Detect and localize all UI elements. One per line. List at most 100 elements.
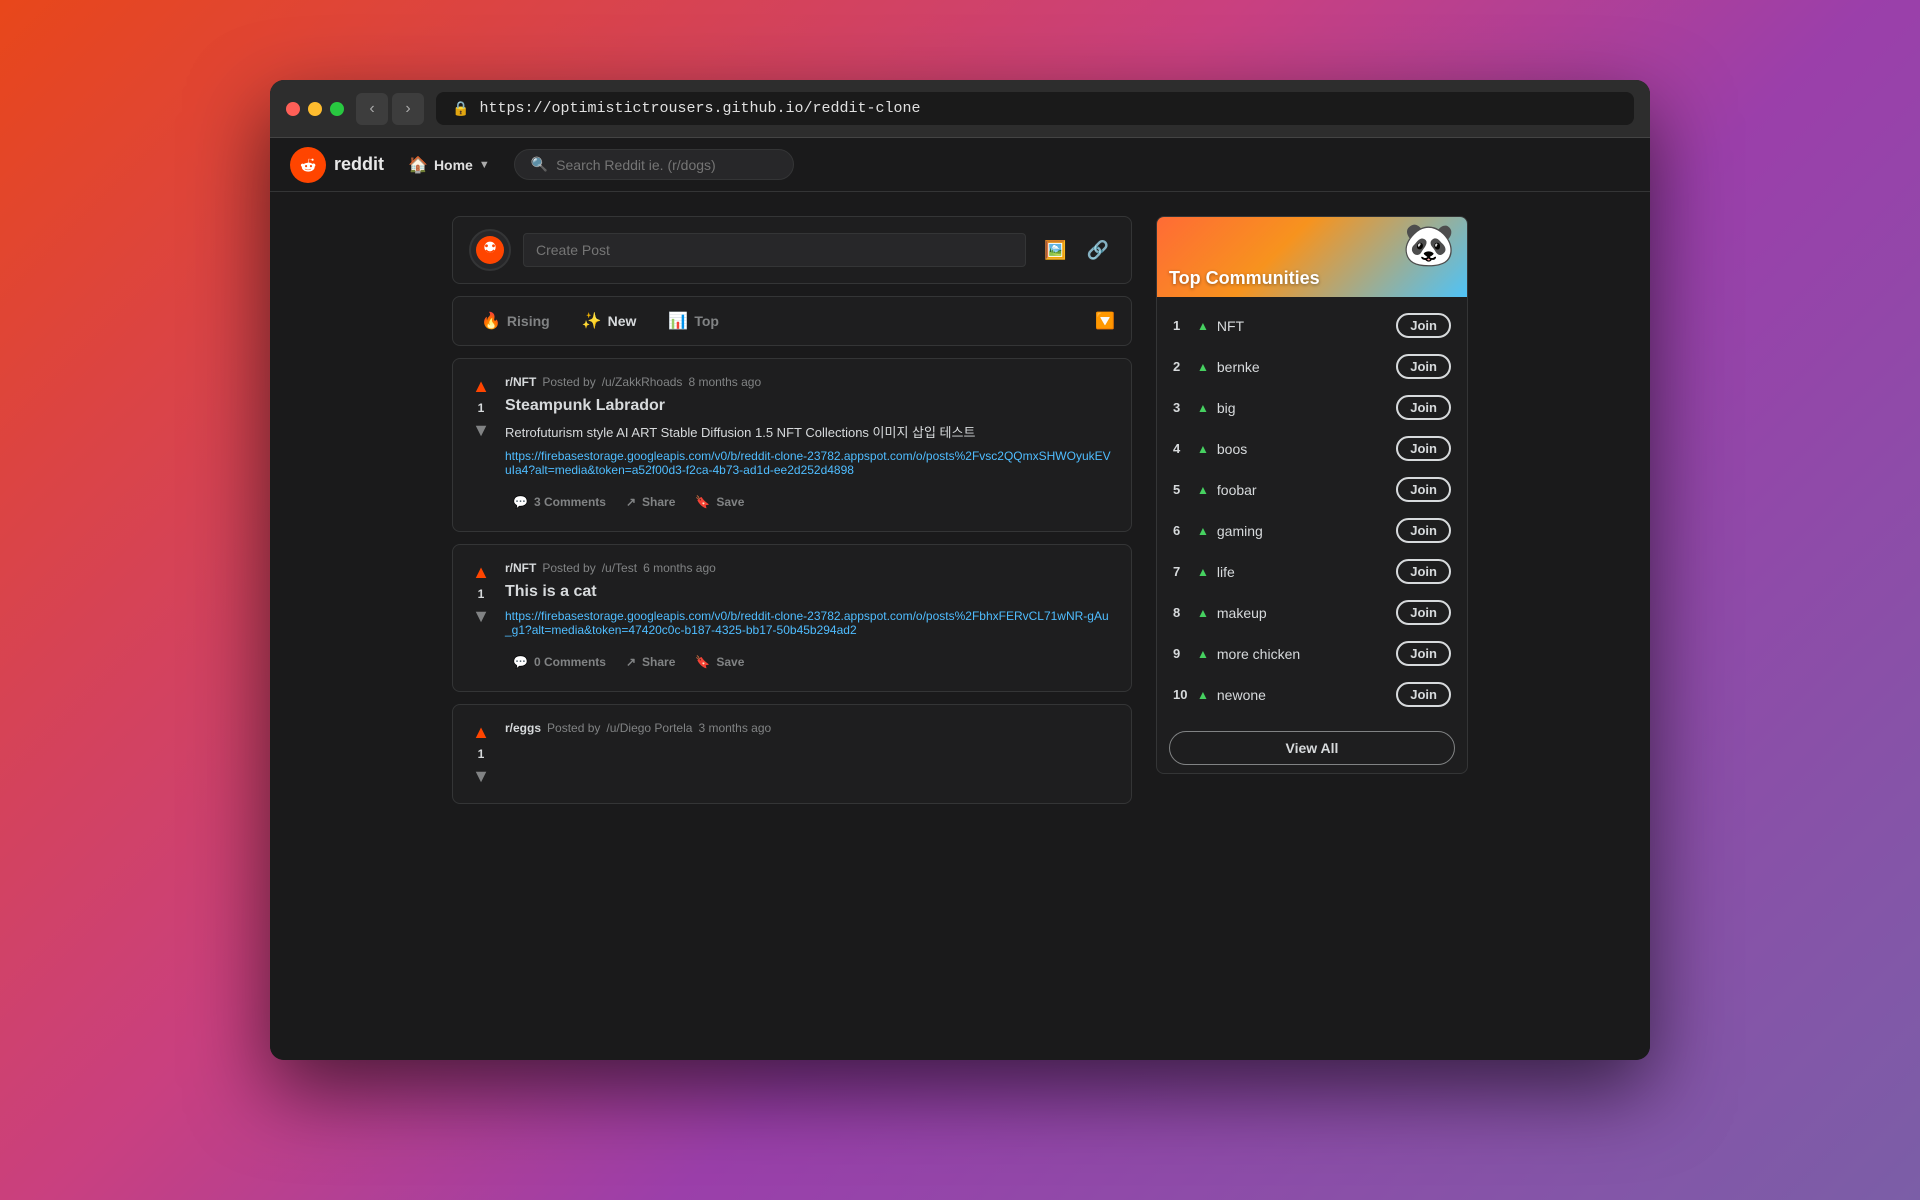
create-post-actions: 🖼️ 🔗 (1038, 234, 1115, 267)
maximize-button[interactable] (330, 102, 344, 116)
post-card: ▲ 1 ▼ r/NFT Posted by /u/ZakkRhoads 8 mo… (452, 358, 1132, 532)
sort-new-tab[interactable]: ✨ New (570, 305, 649, 337)
avatar (469, 229, 511, 271)
sort-rising-tab[interactable]: 🔥 Rising (469, 305, 562, 337)
sort-more[interactable]: 🔽 (1095, 311, 1115, 331)
subreddit-link[interactable]: r/NFT (505, 375, 536, 389)
nav-buttons: ‹ › (356, 93, 424, 125)
post-actions: 💬 0 Comments ↗ Share 🔖 Save (505, 649, 1115, 675)
post-time: 6 months ago (643, 561, 716, 575)
save-label: Save (716, 655, 744, 669)
join-button[interactable]: Join (1396, 600, 1451, 625)
communities-banner: 🐼 Top Communities (1157, 217, 1467, 297)
list-item[interactable]: 3 ▲ big Join (1157, 387, 1467, 428)
join-button[interactable]: Join (1396, 354, 1451, 379)
close-button[interactable] (286, 102, 300, 116)
join-button[interactable]: Join (1396, 682, 1451, 707)
comments-button[interactable]: 💬 3 Comments (505, 489, 614, 515)
comments-count: 3 Comments (534, 495, 606, 509)
back-button[interactable]: ‹ (356, 93, 388, 125)
create-post-input[interactable] (523, 233, 1026, 267)
list-item[interactable]: 8 ▲ makeup Join (1157, 592, 1467, 633)
join-button[interactable]: Join (1396, 477, 1451, 502)
lock-icon: 🔒 (452, 100, 469, 117)
subreddit-link[interactable]: r/eggs (505, 721, 541, 735)
sort-top-label: Top (694, 313, 719, 329)
post-time: 3 months ago (698, 721, 771, 735)
join-button[interactable]: Join (1396, 559, 1451, 584)
address-bar[interactable]: 🔒 https://optimistictrousers.github.io/r… (436, 92, 1634, 125)
list-item[interactable]: 7 ▲ life Join (1157, 551, 1467, 592)
posted-by-label: Posted by (542, 375, 595, 389)
join-button[interactable]: Join (1396, 641, 1451, 666)
author-link[interactable]: /u/Test (602, 561, 637, 575)
post-content: r/NFT Posted by /u/ZakkRhoads 8 months a… (505, 375, 1115, 515)
subreddit-link[interactable]: r/NFT (505, 561, 536, 575)
home-nav[interactable]: 🏠 Home ▼ (400, 151, 498, 179)
list-item[interactable]: 1 ▲ NFT Join (1157, 305, 1467, 346)
trend-icon: ▲ (1197, 647, 1209, 661)
main-feed: 🖼️ 🔗 🔥 Rising ✨ New 📊 (452, 216, 1132, 1036)
browser-chrome: ‹ › 🔒 https://optimistictrousers.github.… (270, 80, 1650, 138)
post-link[interactable]: https://firebasestorage.googleapis.com/v… (505, 609, 1115, 637)
sort-tabs: 🔥 Rising ✨ New 📊 Top 🔽 (452, 296, 1132, 346)
share-button[interactable]: ↗ Share (618, 649, 683, 675)
comments-button[interactable]: 💬 0 Comments (505, 649, 614, 675)
community-rank: 2 (1173, 359, 1189, 374)
sort-top-tab[interactable]: 📊 Top (656, 305, 731, 337)
save-button[interactable]: 🔖 Save (687, 649, 752, 675)
join-button[interactable]: Join (1396, 313, 1451, 338)
author-link[interactable]: /u/Diego Portela (606, 721, 692, 735)
post-link[interactable]: https://firebasestorage.googleapis.com/v… (505, 449, 1115, 477)
post-title: This is a cat (505, 581, 1115, 603)
community-name: gaming (1217, 523, 1388, 539)
search-input[interactable] (556, 157, 776, 173)
list-item[interactable]: 10 ▲ newone Join (1157, 674, 1467, 715)
post-card: ▲ 1 ▼ r/eggs Posted by /u/Diego Portela … (452, 704, 1132, 804)
save-label: Save (716, 495, 744, 509)
reddit-wordmark: reddit (334, 154, 384, 175)
image-upload-button[interactable]: 🖼️ (1038, 234, 1072, 267)
upvote-button[interactable]: ▲ (470, 721, 492, 743)
share-label: Share (642, 655, 675, 669)
community-list: 1 ▲ NFT Join 2 ▲ bernke Join 3 (1157, 297, 1467, 723)
trend-icon: ▲ (1197, 688, 1209, 702)
search-bar[interactable]: 🔍 (514, 149, 794, 180)
community-rank: 3 (1173, 400, 1189, 415)
list-item[interactable]: 9 ▲ more chicken Join (1157, 633, 1467, 674)
reddit-logo[interactable]: reddit (290, 147, 384, 183)
upvote-button[interactable]: ▲ (470, 561, 492, 583)
join-button[interactable]: Join (1396, 395, 1451, 420)
community-name: bernke (1217, 359, 1388, 375)
downvote-button[interactable]: ▼ (470, 419, 492, 441)
trend-icon: ▲ (1197, 442, 1209, 456)
author-link[interactable]: /u/ZakkRhoads (602, 375, 683, 389)
post-content: r/NFT Posted by /u/Test 6 months ago Thi… (505, 561, 1115, 675)
share-label: Share (642, 495, 675, 509)
list-item[interactable]: 6 ▲ gaming Join (1157, 510, 1467, 551)
sort-new-label: New (608, 313, 637, 329)
save-button[interactable]: 🔖 Save (687, 489, 752, 515)
list-item[interactable]: 5 ▲ foobar Join (1157, 469, 1467, 510)
join-button[interactable]: Join (1396, 436, 1451, 461)
downvote-button[interactable]: ▼ (470, 765, 492, 787)
list-item[interactable]: 2 ▲ bernke Join (1157, 346, 1467, 387)
rising-icon: 🔥 (481, 311, 501, 331)
join-button[interactable]: Join (1396, 518, 1451, 543)
link-button[interactable]: 🔗 (1081, 234, 1115, 267)
chevron-down-icon: ▼ (479, 159, 490, 171)
upvote-button[interactable]: ▲ (470, 375, 492, 397)
create-post-box: 🖼️ 🔗 (452, 216, 1132, 284)
share-button[interactable]: ↗ Share (618, 489, 683, 515)
forward-button[interactable]: › (392, 93, 424, 125)
sidebar: 🐼 Top Communities 1 ▲ NFT Join 2 ▲ (1156, 216, 1468, 1036)
downvote-button[interactable]: ▼ (470, 605, 492, 627)
view-all-button[interactable]: View All (1169, 731, 1455, 765)
minimize-button[interactable] (308, 102, 322, 116)
reddit-app: reddit 🏠 Home ▼ 🔍 (270, 138, 1650, 1060)
save-icon: 🔖 (695, 495, 710, 509)
comments-icon: 💬 (513, 655, 528, 669)
list-item[interactable]: 4 ▲ boos Join (1157, 428, 1467, 469)
community-name: boos (1217, 441, 1388, 457)
post-actions: 💬 3 Comments ↗ Share 🔖 Save (505, 489, 1115, 515)
